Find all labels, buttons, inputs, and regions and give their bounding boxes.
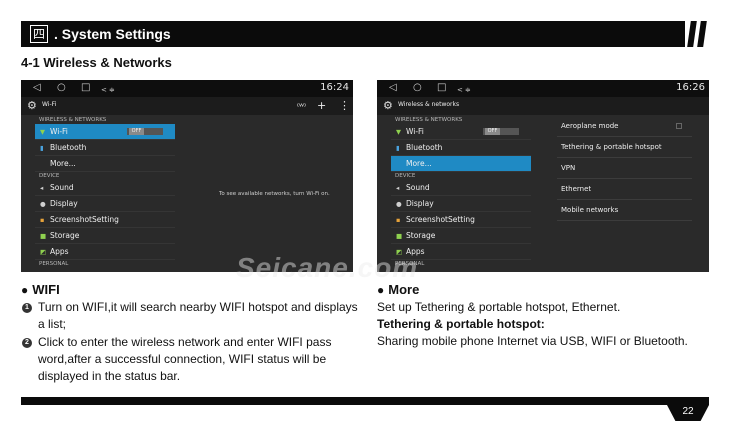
status-clock: 16:26 [676, 82, 705, 93]
back-icon[interactable]: ◁ [389, 82, 397, 94]
display-icon: ● [396, 200, 402, 208]
step-number-1: 1 [22, 303, 32, 313]
step-number-2: 2 [22, 338, 32, 348]
system-nav-bar: ◁ ○ □ < ≑ 16:24 [21, 80, 353, 97]
wifi-step-1: 1 Turn on WIFI,it will search nearby WIFI… [21, 299, 361, 333]
action-bar: ⚙ Wireless & networks [377, 97, 709, 115]
more-options-panel: Aeroplane mode Tethering & portable hots… [557, 116, 692, 221]
wifi-step-2: 2 Click to enter the wireless network and… [21, 334, 361, 385]
menu-item-sound[interactable]: ◂ Sound [391, 180, 531, 196]
recent-apps-icon[interactable]: □ [437, 82, 446, 94]
home-icon[interactable]: ○ [413, 82, 422, 94]
storage-icon: ■ [396, 232, 403, 240]
menu-item-wifi[interactable]: ▼ Wi-Fi OFF [391, 124, 531, 140]
display-icon: ● [40, 200, 46, 208]
menu-item-more[interactable]: More... [35, 156, 175, 172]
apps-icon: ◩ [40, 248, 47, 256]
wifi-section-title: ● WIFI [21, 282, 60, 297]
aeroplane-checkbox[interactable] [676, 123, 682, 129]
volume-down-icon[interactable]: < [457, 84, 463, 96]
system-nav-bar: ◁ ○ □ < ≑ 16:26 [377, 80, 709, 97]
home-icon[interactable]: ○ [57, 82, 66, 94]
option-mobile-networks[interactable]: Mobile networks [557, 200, 692, 221]
watermark: Seicane.com [236, 252, 419, 283]
option-aeroplane-mode[interactable]: Aeroplane mode [557, 116, 692, 137]
category-device: DEVICE [39, 173, 60, 179]
menu-item-display[interactable]: ● Display [391, 196, 531, 212]
option-tethering-hotspot[interactable]: Tethering & portable hotspot [557, 137, 692, 158]
chapter-header-bar: 四 . System Settings [21, 21, 709, 47]
bluetooth-icon: ▮ [396, 144, 400, 152]
settings-menu: WIRELESS & NETWORKS ▼ Wi-Fi OFF ▮ Bluetoot… [35, 116, 175, 268]
menu-item-apps[interactable]: ◩ Apps [35, 244, 175, 260]
menu-item-bluetooth[interactable]: ▮ Bluetooth [35, 140, 175, 156]
chapter-number-box: 四 [30, 25, 48, 43]
sound-icon: ◂ [396, 184, 400, 192]
screen-title: Wi-Fi [42, 101, 57, 108]
screenshot-icon: ▪ [40, 216, 45, 224]
chapter-title: . System Settings [54, 26, 171, 42]
more-section-title: ● More [377, 282, 420, 297]
menu-item-storage[interactable]: ■ Storage [391, 228, 531, 244]
back-icon[interactable]: ◁ [33, 82, 41, 94]
more-description: Set up Tethering & portable hotspot, Eth… [377, 300, 621, 314]
option-ethernet[interactable]: Ethernet [557, 179, 692, 200]
more-settings-screenshot: ◁ ○ □ < ≑ 16:26 ⚙ Wireless & networks WI… [377, 80, 709, 272]
tethering-description: Sharing mobile phone Internet via USB, W… [377, 334, 688, 348]
sound-icon: ◂ [40, 184, 44, 192]
wifi-off-message: To see available networks, turn Wi-Fi on… [219, 191, 330, 197]
wifi-toggle[interactable]: OFF [127, 128, 163, 135]
section-heading: 4-1 Wireless & Networks [21, 55, 172, 70]
tethering-heading: Tethering & portable hotspot: [377, 317, 545, 331]
wifi-icon: ▼ [396, 128, 401, 136]
page-number: 22 [682, 406, 694, 417]
volume-down-icon[interactable]: < [101, 84, 107, 96]
menu-icon[interactable]: ≑ [465, 84, 471, 96]
action-bar: ⚙ Wi-Fi ⁽ᵂ⁾ + ⋮ [21, 97, 353, 115]
menu-item-display[interactable]: ● Display [35, 196, 175, 212]
category-wireless: WIRELESS & NETWORKS [39, 117, 107, 123]
category-personal: PERSONAL [39, 261, 69, 267]
header-stripes-decoration [685, 21, 709, 47]
storage-icon: ■ [40, 232, 47, 240]
menu-item-more[interactable]: More... [391, 156, 531, 172]
wps-icon[interactable]: ⁽ᵂ⁾ [297, 100, 306, 113]
menu-item-screenshot[interactable]: ▪ ScreenshotSetting [35, 212, 175, 228]
wifi-toggle[interactable]: OFF [483, 128, 519, 135]
menu-item-wifi[interactable]: ▼ Wi-Fi OFF [35, 124, 175, 140]
menu-icon[interactable]: ≑ [109, 84, 115, 96]
menu-item-bluetooth[interactable]: ▮ Bluetooth [391, 140, 531, 156]
menu-item-storage[interactable]: ■ Storage [35, 228, 175, 244]
overflow-menu-icon[interactable]: ⋮ [339, 99, 350, 112]
wifi-icon: ▼ [40, 128, 45, 136]
footer-bar [21, 397, 709, 405]
menu-item-screenshot[interactable]: ▪ ScreenshotSetting [391, 212, 531, 228]
screen-title: Wireless & networks [398, 101, 460, 108]
gear-icon: ⚙ [27, 99, 37, 112]
settings-menu: WIRELESS & NETWORKS ▼ Wi-Fi OFF ▮ Bluetoot… [391, 116, 531, 268]
add-network-icon[interactable]: + [317, 99, 326, 112]
status-clock: 16:24 [320, 82, 349, 93]
option-vpn[interactable]: VPN [557, 158, 692, 179]
bluetooth-icon: ▮ [40, 144, 44, 152]
recent-apps-icon[interactable]: □ [81, 82, 90, 94]
menu-item-sound[interactable]: ◂ Sound [35, 180, 175, 196]
category-device: DEVICE [395, 173, 416, 179]
wifi-settings-screenshot: ◁ ○ □ < ≑ 16:24 ⚙ Wi-Fi ⁽ᵂ⁾ + ⋮ WIRELESS… [21, 80, 353, 272]
gear-icon: ⚙ [383, 99, 393, 112]
screenshot-icon: ▪ [396, 216, 401, 224]
category-wireless: WIRELESS & NETWORKS [395, 117, 463, 123]
